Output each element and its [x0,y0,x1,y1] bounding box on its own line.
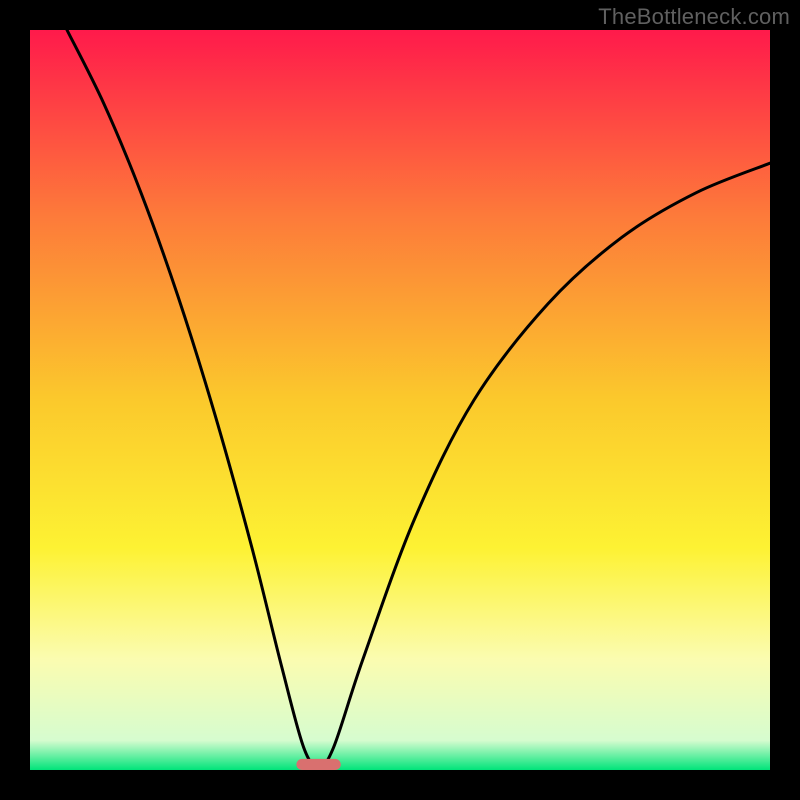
plot-area [30,30,770,770]
chart-frame: TheBottleneck.com [0,0,800,800]
bottleneck-chart [0,0,800,800]
minimum-marker [296,759,340,770]
watermark-text: TheBottleneck.com [598,4,790,30]
